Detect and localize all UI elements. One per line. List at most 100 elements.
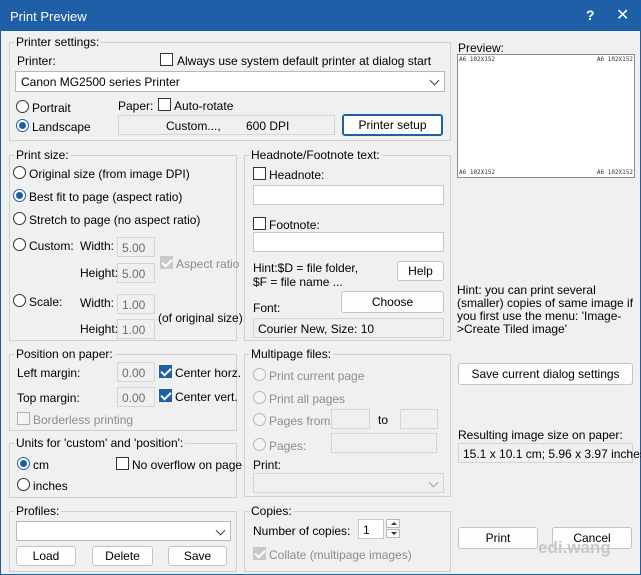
spin-up-icon[interactable] [386, 519, 400, 528]
auto-rotate-label[interactable]: Auto-rotate [174, 99, 233, 113]
save-settings-button[interactable]: Save current dialog settings [458, 363, 633, 385]
print-mode-select[interactable] [253, 473, 444, 493]
headnote-checkbox[interactable] [253, 167, 266, 180]
load-profile-button[interactable]: Load [16, 546, 76, 566]
font-label: Font: [253, 301, 281, 315]
footnote-checkbox[interactable] [253, 217, 266, 230]
center-horz-label[interactable]: Center horz. [175, 366, 241, 380]
result-size-label: Resulting image size on paper: [458, 428, 623, 442]
collate-checkbox[interactable] [253, 547, 266, 560]
units-legend: Units for 'custom' and 'position': [16, 436, 184, 450]
printer-setup-button[interactable]: Printer setup [342, 114, 443, 136]
scale-label[interactable]: Scale: [29, 295, 62, 309]
footnote-label[interactable]: Footnote: [269, 218, 320, 232]
collate-label[interactable]: Collate (multipage images) [269, 548, 412, 562]
no-overflow-checkbox[interactable] [116, 457, 129, 470]
headnote-help-button[interactable]: Help [397, 261, 444, 281]
left-margin-input[interactable]: 0.00 [117, 362, 155, 382]
landscape-label[interactable]: Landscape [32, 120, 91, 134]
aspect-ratio-label[interactable]: Aspect ratio [176, 257, 239, 271]
printer-select[interactable]: Canon MG2500 series Printer [15, 71, 445, 92]
paper-size-text: Custom..., [166, 119, 221, 133]
best-fit-radio[interactable] [13, 189, 26, 202]
print-size-legend: Print size: [16, 148, 69, 162]
chevron-down-icon [428, 477, 439, 488]
tile-hint-text: Hint: you can print several (smaller) co… [457, 283, 634, 336]
pages-from-input[interactable] [331, 409, 370, 429]
center-vert-label[interactable]: Center vert. [175, 390, 238, 404]
pages-to-input[interactable] [400, 409, 438, 429]
close-icon[interactable]: ✕ [616, 5, 629, 25]
original-size-radio[interactable] [13, 166, 26, 179]
portrait-radio[interactable] [16, 100, 29, 113]
delete-profile-button[interactable]: Delete [92, 546, 153, 566]
headnote-legend: Headnote/Footnote text: [251, 148, 380, 162]
watermark-text: edi.wang [538, 538, 611, 557]
top-margin-input[interactable]: 0.00 [117, 387, 155, 407]
center-horz-checkbox[interactable] [159, 365, 172, 378]
spin-down-icon[interactable] [386, 529, 400, 538]
top-margin-label: Top margin: [17, 391, 80, 405]
hint-line-1: Hint:$D = file folder, [253, 261, 359, 275]
print-button[interactable]: Print [458, 527, 538, 549]
copies-input[interactable]: 1 [358, 519, 384, 539]
choose-font-button[interactable]: Choose [341, 291, 444, 313]
preview-corner-bl: A6 102X152 [459, 169, 496, 176]
scale-radio[interactable] [13, 294, 26, 307]
borderless-checkbox[interactable] [17, 412, 30, 425]
custom-label[interactable]: Custom: [29, 239, 74, 253]
always-default-checkbox[interactable] [160, 53, 173, 66]
preview-corner-br: A6 102X152 [596, 169, 633, 176]
pages-from-label[interactable]: Pages from: [269, 414, 334, 428]
chevron-down-icon [429, 75, 440, 86]
pages-radio[interactable] [253, 438, 266, 451]
custom-radio[interactable] [13, 238, 26, 251]
no-overflow-label[interactable]: No overflow on page [132, 458, 242, 472]
stretch-label[interactable]: Stretch to page (no aspect ratio) [29, 213, 200, 227]
left-margin-label: Left margin: [17, 366, 81, 380]
preview-corner-tr: A6 102X152 [596, 56, 633, 63]
print-current-radio[interactable] [253, 368, 266, 381]
pages-from-radio[interactable] [253, 413, 266, 426]
custom-width-input[interactable]: 5.00 [117, 237, 155, 257]
paper-info-field: Custom..., 600 DPI [118, 115, 335, 135]
auto-rotate-checkbox[interactable] [158, 98, 171, 111]
dpi-text: 600 DPI [246, 119, 290, 133]
portrait-label[interactable]: Portrait [32, 101, 71, 115]
help-icon[interactable]: ? [586, 7, 595, 23]
print-current-label[interactable]: Print current page [269, 369, 364, 383]
always-default-label[interactable]: Always use system default printer at dia… [177, 54, 431, 68]
pages-label[interactable]: Pages: [269, 439, 306, 453]
custom-height-input[interactable]: 5.00 [117, 263, 155, 283]
borderless-label[interactable]: Borderless printing [33, 413, 133, 427]
profiles-select[interactable] [16, 521, 231, 541]
print-all-radio[interactable] [253, 391, 266, 404]
profiles-legend: Profiles: [16, 504, 60, 518]
original-size-label[interactable]: Original size (from image DPI) [29, 167, 190, 181]
footnote-input[interactable] [253, 232, 444, 252]
scale-height-input[interactable]: 1.00 [117, 319, 155, 339]
print-mode-label: Print: [253, 458, 282, 472]
copies-label: Number of copies: [253, 524, 351, 538]
best-fit-label[interactable]: Best fit to page (aspect ratio) [29, 190, 182, 204]
of-original-label: (of original size) [158, 311, 243, 325]
cm-radio[interactable] [17, 457, 30, 470]
pages-input[interactable] [331, 433, 437, 453]
headnote-input[interactable] [253, 185, 444, 205]
print-preview-dialog: Print Preview ? ✕ Printer settings: Prin… [0, 0, 641, 575]
inches-label[interactable]: inches [33, 479, 68, 493]
chevron-down-icon [215, 525, 226, 536]
center-vert-checkbox[interactable] [159, 389, 172, 402]
landscape-radio[interactable] [16, 119, 29, 132]
print-all-label[interactable]: Print all pages [269, 392, 345, 406]
scale-width-input[interactable]: 1.00 [117, 294, 155, 314]
pages-to-label: to [378, 413, 389, 427]
headnote-label[interactable]: Headnote: [269, 168, 324, 182]
inches-radio[interactable] [17, 478, 30, 491]
stretch-radio[interactable] [13, 212, 26, 225]
cm-label[interactable]: cm [33, 458, 49, 472]
printer-name: Canon MG2500 series Printer [21, 75, 180, 89]
save-profile-button[interactable]: Save [168, 546, 227, 566]
aspect-ratio-checkbox[interactable] [160, 256, 173, 269]
title-bar: Print Preview ? ✕ [1, 1, 640, 31]
